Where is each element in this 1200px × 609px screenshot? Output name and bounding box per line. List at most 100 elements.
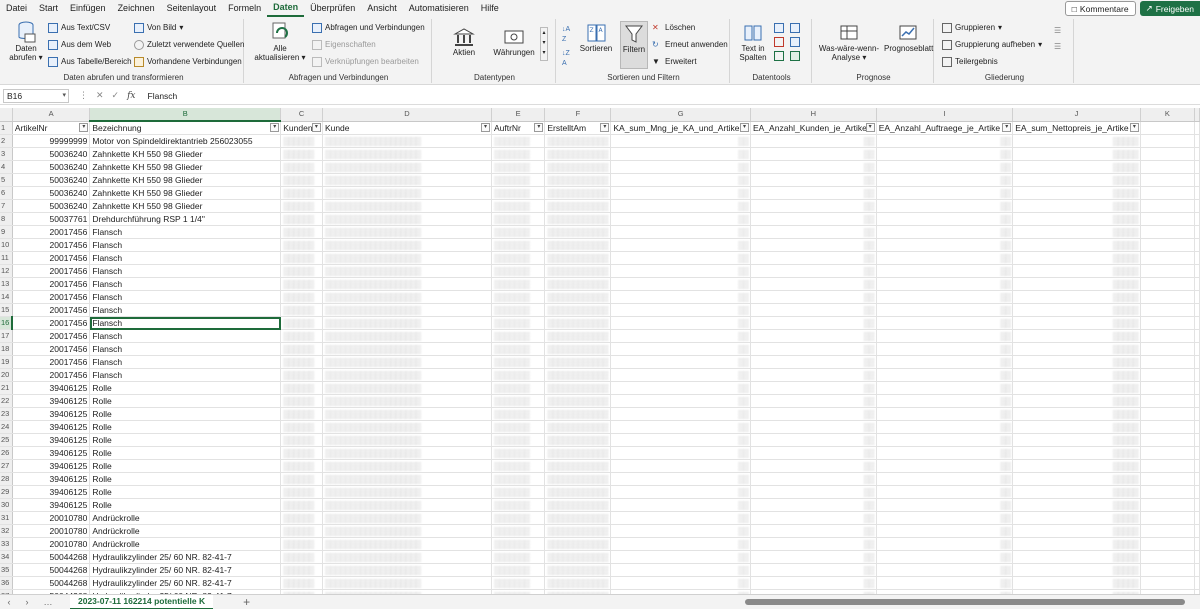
cell-redacted[interactable]: ▒▒▒▒▒▒▒▒▒▒▒▒▒▒▒▒▒▒▒ [322, 420, 492, 434]
cell-redacted[interactable]: ▒▒▒▒▒▒▒ [491, 394, 546, 408]
cell-redacted[interactable]: ▒▒▒▒▒ [1012, 238, 1141, 252]
menu-tab[interactable]: Seitenlayout [161, 0, 223, 17]
cell-redacted[interactable]: ▒▒ [876, 251, 1014, 265]
refresh-all-button[interactable]: Alle aktualisieren ▾ [250, 21, 310, 62]
menu-tab[interactable]: Zeichnen [112, 0, 161, 17]
filter-dropdown-icon[interactable]: ▾ [600, 122, 610, 132]
row-header[interactable]: 6 [0, 186, 13, 200]
cell-artikelnr[interactable]: 20017456 [12, 251, 91, 265]
cell-artikelnr[interactable]: 50037761 [12, 212, 91, 226]
column-header[interactable]: E [491, 108, 546, 122]
cell[interactable] [1140, 537, 1196, 551]
cell[interactable] [1140, 212, 1196, 226]
from-web-button[interactable]: Aus dem Web [48, 39, 111, 51]
sort-az-icon[interactable]: ↓A Z [562, 25, 570, 45]
cell-redacted[interactable]: ▒▒▒▒▒▒▒ [491, 498, 546, 512]
cell-redacted[interactable]: ▒▒ [610, 420, 751, 434]
cell-redacted[interactable]: ▒▒▒▒▒▒ [280, 576, 323, 590]
row-header[interactable]: 25 [0, 433, 13, 447]
cell-redacted[interactable]: ▒▒▒▒▒▒▒▒▒▒▒▒▒▒▒▒▒▒▒ [322, 212, 492, 226]
cell-redacted[interactable]: ▒▒▒▒▒▒▒▒▒▒▒▒▒▒▒▒▒▒▒ [322, 550, 492, 564]
menu-tab[interactable]: Datei [0, 0, 33, 17]
cell-redacted[interactable]: ▒▒ [876, 381, 1014, 395]
cell-redacted[interactable]: ▒▒ [876, 303, 1014, 317]
header-cell[interactable]: Bezeichnung ▾ [89, 121, 282, 135]
cell-redacted[interactable]: ▒▒▒▒▒▒▒▒▒▒▒▒ [544, 563, 612, 577]
cell-redacted[interactable]: ▒▒ [610, 225, 751, 239]
cell-redacted[interactable]: ▒▒▒▒▒▒▒ [491, 446, 546, 460]
cell-redacted[interactable]: ▒▒ [610, 160, 751, 174]
cell-redacted[interactable]: ▒▒▒▒▒▒▒▒▒▒▒▒ [544, 381, 612, 395]
cell-redacted[interactable]: ▒▒▒▒▒▒▒▒▒▒▒▒ [544, 134, 612, 148]
filter-dropdown-icon[interactable]: ▾ [739, 122, 749, 132]
cell-bezeichnung[interactable]: Hydraulikzylinder 25/ 60 NR. 82-41-7 [89, 563, 282, 577]
menu-tab[interactable]: Überprüfen [304, 0, 361, 17]
cell-redacted[interactable]: ▒▒ [610, 212, 751, 226]
filter-button[interactable]: Filtern [620, 21, 648, 69]
cell-redacted[interactable]: ▒▒▒▒▒ [1012, 459, 1141, 473]
cell-redacted[interactable]: ▒▒▒▒▒▒▒▒▒▒▒▒ [544, 433, 612, 447]
cell-redacted[interactable]: ▒▒ [750, 173, 877, 187]
cell-redacted[interactable]: ▒▒▒▒▒ [1012, 472, 1141, 486]
cell-redacted[interactable]: ▒▒▒▒▒ [1012, 277, 1141, 291]
cell-redacted[interactable]: ▒▒▒▒▒▒ [280, 160, 323, 174]
cell-artikelnr[interactable]: 39406125 [12, 394, 91, 408]
cell-redacted[interactable]: ▒▒ [750, 485, 877, 499]
cell-redacted[interactable]: ▒▒ [876, 407, 1014, 421]
cell-redacted[interactable]: ▒▒ [876, 238, 1014, 252]
row-header[interactable]: 35 [0, 563, 13, 577]
cell-artikelnr[interactable]: 20017456 [12, 290, 91, 304]
cell-redacted[interactable]: ▒▒ [610, 537, 751, 551]
cell-redacted[interactable]: ▒▒▒▒▒▒ [280, 537, 323, 551]
cell-bezeichnung[interactable]: Zahnkette KH 550 98 Glieder [89, 173, 282, 187]
cell-redacted[interactable]: ▒▒▒▒▒▒▒ [491, 537, 546, 551]
cell-redacted[interactable]: ▒▒ [750, 303, 877, 317]
cell-redacted[interactable]: ▒▒▒▒▒▒ [280, 212, 323, 226]
cell-redacted[interactable]: ▒▒ [750, 524, 877, 538]
cell-redacted[interactable]: ▒▒▒▒▒ [1012, 433, 1141, 447]
cell-redacted[interactable]: ▒▒▒▒▒▒▒▒▒▒▒▒▒▒▒▒▒▒▒ [322, 238, 492, 252]
cell-redacted[interactable]: ▒▒▒▒▒▒▒▒▒▒▒▒▒▒▒▒▒▒▒ [322, 199, 492, 213]
cell-redacted[interactable]: ▒▒ [610, 186, 751, 200]
row-header[interactable]: 12 [0, 264, 13, 278]
ungroup-button[interactable]: Gruppierung aufheben ▾ [942, 39, 1042, 51]
currencies-button[interactable]: Währungen [490, 27, 538, 57]
cell-redacted[interactable]: ▒▒▒▒▒ [1012, 485, 1141, 499]
cell-redacted[interactable]: ▒▒▒▒▒▒▒▒▒▒▒▒▒▒▒▒▒▒▒ [322, 355, 492, 369]
cell-redacted[interactable]: ▒▒▒▒▒▒▒▒▒▒▒▒▒▒▒▒▒▒▒ [322, 485, 492, 499]
forecast-sheet-button[interactable]: Prognoseblatt [884, 23, 933, 53]
cell[interactable] [1194, 407, 1200, 421]
cell[interactable] [1194, 485, 1200, 499]
from-table-button[interactable]: Aus Tabelle/Bereich [48, 56, 132, 68]
cell-redacted[interactable]: ▒▒▒▒▒▒▒▒▒▒▒▒ [544, 524, 612, 538]
cell-redacted[interactable]: ▒▒ [610, 316, 751, 330]
cell-artikelnr[interactable]: 39406125 [12, 381, 91, 395]
cell-redacted[interactable]: ▒▒ [750, 394, 877, 408]
header-cell[interactable] [1140, 121, 1196, 135]
cell[interactable] [1140, 381, 1196, 395]
row-header[interactable]: 24 [0, 420, 13, 434]
cell-redacted[interactable]: ▒▒ [610, 303, 751, 317]
cell-redacted[interactable]: ▒▒ [876, 212, 1014, 226]
cell-redacted[interactable]: ▒▒ [750, 550, 877, 564]
cell-redacted[interactable]: ▒▒ [610, 446, 751, 460]
menu-tab[interactable]: Daten [267, 0, 305, 17]
cell[interactable] [1194, 420, 1200, 434]
cell-redacted[interactable]: ▒▒▒▒▒▒▒▒▒▒▒▒ [544, 264, 612, 278]
share-button[interactable]: ↗ Freigeben [1139, 1, 1200, 16]
cell-artikelnr[interactable]: 20017456 [12, 368, 91, 382]
filter-dropdown-icon[interactable]: ▾ [270, 123, 280, 132]
cell-redacted[interactable]: ▒▒▒▒▒▒▒ [491, 524, 546, 538]
cell[interactable] [1194, 459, 1200, 473]
cell[interactable] [1194, 160, 1200, 174]
cell[interactable] [1194, 576, 1200, 590]
header-cell[interactable]: ErstelltAm ▾ [544, 121, 612, 135]
cell[interactable] [1140, 264, 1196, 278]
filter-dropdown-icon[interactable]: ▾ [480, 122, 490, 132]
cell-redacted[interactable]: ▒▒ [610, 498, 751, 512]
cell-redacted[interactable]: ▒▒ [876, 355, 1014, 369]
cell-redacted[interactable]: ▒▒▒▒▒ [1012, 355, 1141, 369]
cell-redacted[interactable]: ▒▒ [876, 277, 1014, 291]
cell-redacted[interactable]: ▒▒▒▒▒ [1012, 576, 1141, 590]
cell-redacted[interactable]: ▒▒ [610, 264, 751, 278]
